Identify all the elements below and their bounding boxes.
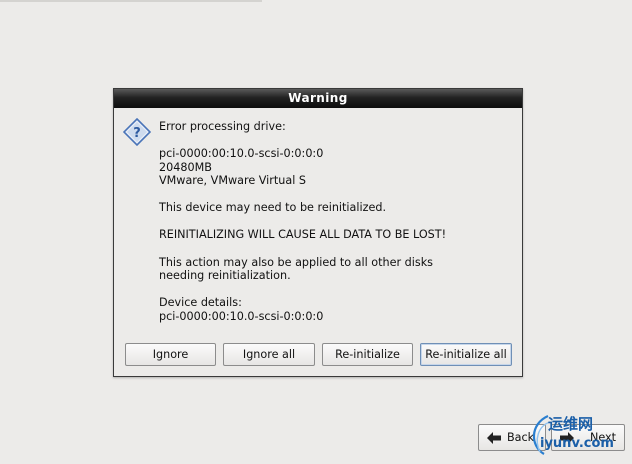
top-divider <box>0 0 262 2</box>
message-data-loss-warning: REINITIALIZING WILL CAUSE ALL DATA TO BE… <box>159 228 447 242</box>
message-drive-info: pci-0000:00:10.0-scsi-0:0:0:0 20480MB VM… <box>159 147 324 188</box>
message-reinit-note: This device may need to be reinitialized… <box>159 201 387 215</box>
back-button[interactable]: Back <box>478 424 546 451</box>
dialog-body: ? Error processing drive: pci-0000:00:10… <box>114 108 522 376</box>
message-apply-all-note: This action may also be applied to all o… <box>159 255 434 283</box>
message-error-heading: Error processing drive: <box>159 120 286 133</box>
message-device-details: Device details: pci-0000:00:10.0-scsi-0:… <box>159 296 324 323</box>
next-arrow-icon <box>560 432 574 444</box>
ignore-all-button[interactable]: Ignore all <box>223 343 315 366</box>
ignore-button[interactable]: Ignore <box>125 343 216 366</box>
dialog-message: Error processing drive: pci-0000:00:10.0… <box>159 120 499 337</box>
svg-text:?: ? <box>133 126 141 141</box>
next-button[interactable]: Next <box>551 424 625 451</box>
reinitialize-all-button[interactable]: Re-initialize all <box>420 343 512 366</box>
reinitialize-button[interactable]: Re-initialize <box>322 343 413 366</box>
next-button-label: Next <box>590 431 617 444</box>
question-icon: ? <box>123 118 151 146</box>
back-arrow-icon <box>487 432 501 444</box>
dialog-title: Warning <box>114 89 522 108</box>
back-button-label: Back <box>507 431 535 444</box>
warning-dialog: Warning ? Error processing drive: pci-00… <box>113 88 523 377</box>
